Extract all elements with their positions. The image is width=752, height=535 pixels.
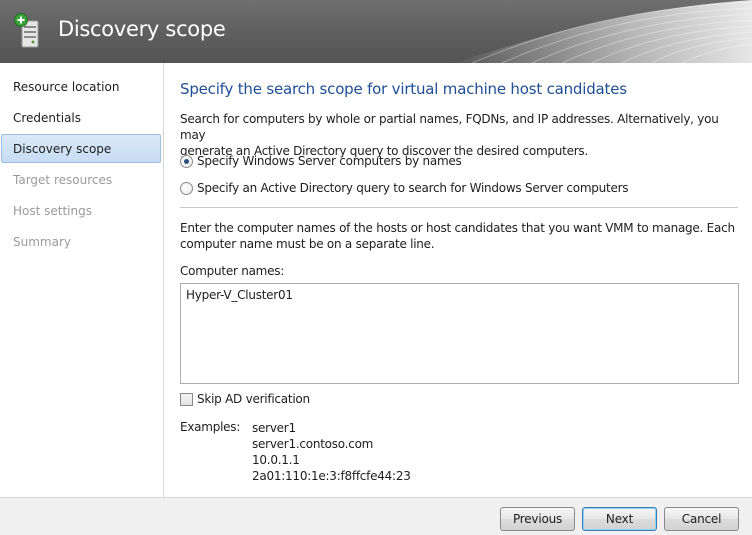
computer-names-input[interactable]: Hyper-V_Cluster01 [180, 283, 739, 384]
previous-button[interactable]: Previous [500, 507, 575, 531]
example-item: 2a01:110:1e:3:f8ffcfe44:23 [252, 469, 411, 483]
option-ad-query[interactable]: Specify an Active Directory query to sea… [180, 180, 629, 196]
radio-by-names[interactable] [180, 154, 193, 168]
nav-step-host-settings: Host settings [13, 204, 92, 218]
skip-ad-verification-checkbox[interactable] [180, 392, 193, 406]
nav-step-resource-location[interactable]: Resource location [1, 72, 161, 101]
wizard-footer: Previous Next Cancel [0, 497, 752, 535]
cancel-button[interactable]: Cancel [664, 507, 739, 531]
example-item: server1 [252, 421, 296, 435]
nav-step-summary: Summary [13, 235, 71, 249]
option-by-names-label[interactable]: Specify Windows Server computers by name… [197, 154, 462, 168]
nav-step-discovery-scope[interactable]: Discovery scope [1, 134, 161, 163]
instructions-text: Enter the computer names of the hosts or… [180, 220, 740, 252]
intro-text-line: Search for computers by whole or partial… [180, 112, 719, 142]
skip-ad-verification[interactable]: Skip AD verification [180, 391, 310, 407]
next-button[interactable]: Next [582, 507, 657, 531]
example-item: server1.contoso.com [252, 437, 374, 451]
option-ad-query-label[interactable]: Specify an Active Directory query to sea… [197, 181, 629, 195]
server-add-icon [14, 13, 39, 48]
header-decoration [452, 0, 752, 63]
computer-names-label: Computer names: [180, 264, 285, 278]
skip-ad-verification-label[interactable]: Skip AD verification [197, 392, 310, 406]
wizard-header: Discovery scope [0, 0, 752, 63]
page-title: Specify the search scope for virtual mac… [180, 80, 627, 98]
option-by-names[interactable]: Specify Windows Server computers by name… [180, 153, 462, 169]
wizard-title: Discovery scope [58, 17, 226, 41]
intro-text: Search for computers by whole or partial… [180, 111, 740, 159]
discovery-scope-panel: Specify the search scope for virtual mac… [164, 63, 752, 497]
instructions-text-line: Enter the computer names of the hosts or… [180, 221, 735, 235]
nav-step-target-resources: Target resources [13, 173, 113, 187]
example-item: 10.0.1.1 [252, 453, 300, 467]
examples-list: server1 server1.contoso.com 10.0.1.1 2a0… [252, 420, 411, 484]
wizard-steps-nav: Resource location Credentials Discovery … [0, 63, 164, 497]
radio-ad-query[interactable] [180, 181, 193, 195]
examples-label: Examples: [180, 420, 241, 434]
nav-step-credentials[interactable]: Credentials [1, 103, 161, 132]
instructions-text-line: computer name must be on a separate line… [180, 237, 435, 251]
section-divider [180, 207, 738, 208]
